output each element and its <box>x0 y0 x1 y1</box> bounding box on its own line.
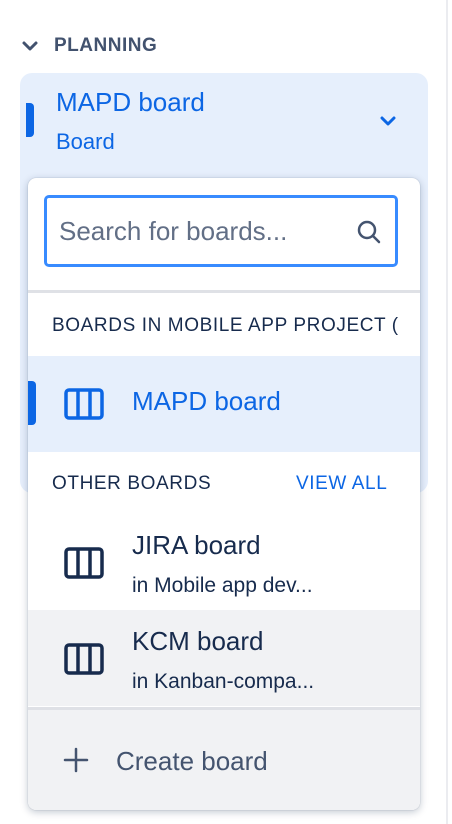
board-item-location: in Kanban-compa... <box>132 670 315 693</box>
create-board-label: Create board <box>116 746 268 776</box>
search-input[interactable] <box>59 198 339 264</box>
board-item-location: in Mobile app dev... <box>132 574 313 597</box>
search-field[interactable] <box>44 195 398 267</box>
board-item-kcm[interactable]: KCM board in Kanban-compa... <box>28 610 420 706</box>
chevron-down-icon <box>22 41 38 51</box>
create-board-button[interactable]: Create board <box>28 710 420 810</box>
board-icon <box>64 547 104 579</box>
planning-section-toggle[interactable]: PLANNING <box>20 34 157 58</box>
board-switcher-dropdown: BOARDS IN MOBILE APP PROJECT ( MAPD boar… <box>28 178 420 810</box>
board-item-jira[interactable]: JIRA board in Mobile app dev... <box>28 514 420 610</box>
board-icon <box>64 643 104 675</box>
board-item-label: MAPD board <box>132 386 281 416</box>
board-item-mapd[interactable]: MAPD board <box>28 356 420 452</box>
search-icon[interactable] <box>355 218 383 246</box>
sidebar-divider <box>446 0 448 824</box>
current-board-name: MAPD board <box>56 87 205 117</box>
plus-icon <box>63 747 89 773</box>
divider <box>28 290 420 293</box>
chevron-down-icon[interactable] <box>374 107 402 135</box>
board-icon <box>64 388 104 420</box>
selected-indicator <box>28 381 36 425</box>
selected-indicator <box>26 103 34 137</box>
section-title: PLANNING <box>54 35 158 56</box>
board-item-label: KCM board <box>132 626 264 656</box>
other-boards-heading: OTHER BOARDS <box>52 473 212 494</box>
project-boards-heading: BOARDS IN MOBILE APP PROJECT ( <box>52 315 399 336</box>
board-item-label: JIRA board <box>132 530 261 560</box>
view-all-link[interactable]: VIEW ALL <box>296 473 387 495</box>
current-board-type: Board <box>56 129 115 154</box>
